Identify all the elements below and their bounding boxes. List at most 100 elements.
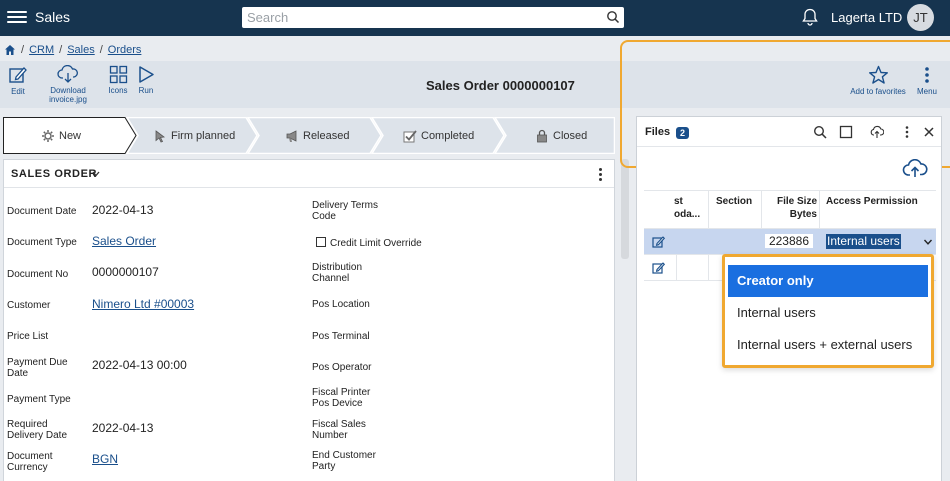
option-internal-external-users[interactable]: Internal users + external users bbox=[728, 329, 928, 361]
stage-released[interactable]: Released bbox=[285, 129, 349, 143]
file-size-value: 223886 bbox=[764, 234, 813, 248]
chevron-down-icon[interactable] bbox=[923, 237, 933, 247]
document-currency-link[interactable]: BGN bbox=[92, 452, 118, 466]
edit-label: Edit bbox=[11, 87, 25, 96]
column-header-section[interactable]: Section bbox=[716, 195, 752, 208]
credit-limit-override-checkbox[interactable] bbox=[316, 237, 326, 247]
page-title: Sales Order 0000000107 bbox=[426, 78, 575, 93]
breadcrumb-crm[interactable]: CRM bbox=[29, 44, 54, 56]
search-icon[interactable] bbox=[606, 10, 620, 24]
breadcrumb-separator: / bbox=[21, 44, 25, 56]
sales-order-form: SALES ORDER Document Date 2022-04-13 Doc… bbox=[3, 159, 615, 481]
lock-icon bbox=[537, 129, 547, 143]
cloud-upload-small-icon[interactable] bbox=[870, 125, 884, 139]
download-invoice-button[interactable]: Download invoice.jpg bbox=[46, 65, 90, 104]
kebab-menu-icon[interactable] bbox=[900, 125, 914, 139]
play-icon bbox=[139, 66, 154, 83]
document-no-label: Document No bbox=[7, 269, 69, 280]
edit-icon[interactable] bbox=[652, 261, 665, 274]
payment-due-date-label: Payment Due Date bbox=[7, 357, 68, 379]
table-row[interactable]: 223886 Internal users bbox=[644, 228, 936, 254]
end-customer-label: End Customer Party bbox=[312, 450, 376, 472]
search-input[interactable] bbox=[242, 7, 597, 28]
end-customer-line2: Party bbox=[312, 461, 336, 472]
file-size-cell[interactable]: 223886 bbox=[761, 229, 819, 253]
megaphone-icon bbox=[286, 130, 297, 142]
scrollbar[interactable] bbox=[621, 159, 629, 259]
breadcrumb-orders[interactable]: Orders bbox=[108, 44, 142, 56]
edit-button[interactable]: Edit bbox=[7, 65, 29, 96]
chevron-down-icon[interactable] bbox=[92, 171, 100, 177]
distribution-channel-line2: Channel bbox=[312, 273, 350, 284]
document-date-value[interactable]: 2022-04-13 bbox=[92, 203, 153, 217]
column-header-access-permission[interactable]: Access Permission bbox=[826, 195, 918, 208]
stage-firm-planned-label: Firm planned bbox=[171, 130, 236, 142]
column-divider bbox=[708, 191, 709, 229]
pos-terminal-label: Pos Terminal bbox=[312, 331, 370, 342]
document-no-value[interactable]: 0000000107 bbox=[92, 265, 159, 279]
price-list-label: Price List bbox=[7, 331, 49, 342]
search-box[interactable] bbox=[242, 7, 624, 28]
section-kebab-icon[interactable] bbox=[599, 168, 603, 182]
column-first-line1: st bbox=[674, 196, 683, 207]
avatar[interactable]: JT bbox=[907, 4, 934, 31]
stage-closed[interactable]: Closed bbox=[535, 129, 587, 143]
pointer-icon bbox=[155, 130, 166, 143]
option-internal-users[interactable]: Internal users bbox=[728, 297, 928, 329]
close-icon[interactable] bbox=[922, 125, 936, 139]
required-delivery-date-label: Required Delivery Date bbox=[7, 419, 67, 441]
document-date-label: Document Date bbox=[7, 206, 77, 217]
column-divider bbox=[819, 191, 820, 229]
stage-closed-label: Closed bbox=[553, 130, 588, 142]
home-icon[interactable] bbox=[4, 44, 16, 56]
search-icon[interactable] bbox=[813, 125, 827, 139]
breadcrumb-separator: / bbox=[59, 44, 63, 56]
option-creator-only[interactable]: Creator only bbox=[728, 265, 928, 297]
status-stage-bar: New Firm planned Released Completed Clos… bbox=[3, 117, 615, 154]
stage-completed[interactable]: Completed bbox=[403, 129, 474, 143]
document-type-link[interactable]: Sales Order bbox=[92, 234, 156, 248]
run-button[interactable]: Run bbox=[136, 65, 156, 95]
column-header-first[interactable]: st oda... bbox=[674, 195, 700, 221]
files-count-badge: 2 bbox=[676, 127, 690, 139]
column-divider bbox=[761, 191, 762, 229]
edit-icon[interactable] bbox=[652, 235, 665, 248]
document-currency-label: Document Currency bbox=[7, 451, 53, 473]
run-label: Run bbox=[138, 86, 154, 95]
fiscal-sales-line1: Fiscal Sales bbox=[312, 419, 366, 430]
payment-type-label: Payment Type bbox=[7, 394, 71, 405]
bell-icon[interactable] bbox=[800, 7, 820, 27]
hamburger-menu-icon[interactable] bbox=[7, 8, 27, 26]
top-bar: Sales Lagerta LTD JT bbox=[0, 0, 950, 36]
files-grid-header: st oda... Section File Size Bytes Access… bbox=[644, 190, 936, 229]
company-name[interactable]: Lagerta LTD bbox=[831, 10, 902, 25]
required-delivery-date-value[interactable]: 2022-04-13 bbox=[92, 421, 153, 435]
download-label-line1: Download bbox=[50, 86, 86, 95]
fiscal-printer-label: Fiscal Printer Pos Device bbox=[312, 387, 370, 409]
payment-due-date-value[interactable]: 2022-04-13 00:00 bbox=[92, 358, 187, 372]
column-divider bbox=[676, 255, 677, 281]
files-title: Files bbox=[645, 126, 671, 138]
first-cell[interactable] bbox=[676, 229, 709, 253]
delivery-terms-line1: Delivery Terms bbox=[312, 200, 378, 211]
icons-button[interactable]: Icons bbox=[107, 65, 129, 95]
edit-icon bbox=[9, 67, 27, 83]
form-section-header[interactable]: SALES ORDER bbox=[4, 160, 614, 188]
stage-released-label: Released bbox=[303, 130, 350, 142]
download-label-line2: invoice.jpg bbox=[49, 95, 87, 104]
maximize-icon[interactable] bbox=[839, 125, 853, 139]
document-currency-label-line1: Document bbox=[7, 451, 53, 462]
stage-completed-label: Completed bbox=[421, 130, 475, 142]
customer-link[interactable]: Nimero Ltd #00003 bbox=[92, 297, 194, 311]
pos-operator-label: Pos Operator bbox=[312, 362, 372, 373]
breadcrumb-sales[interactable]: Sales bbox=[67, 44, 95, 56]
fiscal-printer-line2: Pos Device bbox=[312, 398, 363, 409]
column-header-file-size[interactable]: File Size Bytes bbox=[765, 195, 817, 221]
stage-firm-planned[interactable]: Firm planned bbox=[153, 129, 235, 143]
files-header: Files 2 bbox=[637, 117, 941, 147]
access-permission-value[interactable]: Internal users bbox=[826, 234, 901, 249]
column-divider bbox=[708, 255, 709, 281]
delivery-terms-label: Delivery Terms Code bbox=[312, 200, 378, 222]
stage-new[interactable]: New bbox=[41, 129, 81, 143]
cloud-upload-icon[interactable] bbox=[902, 159, 928, 179]
